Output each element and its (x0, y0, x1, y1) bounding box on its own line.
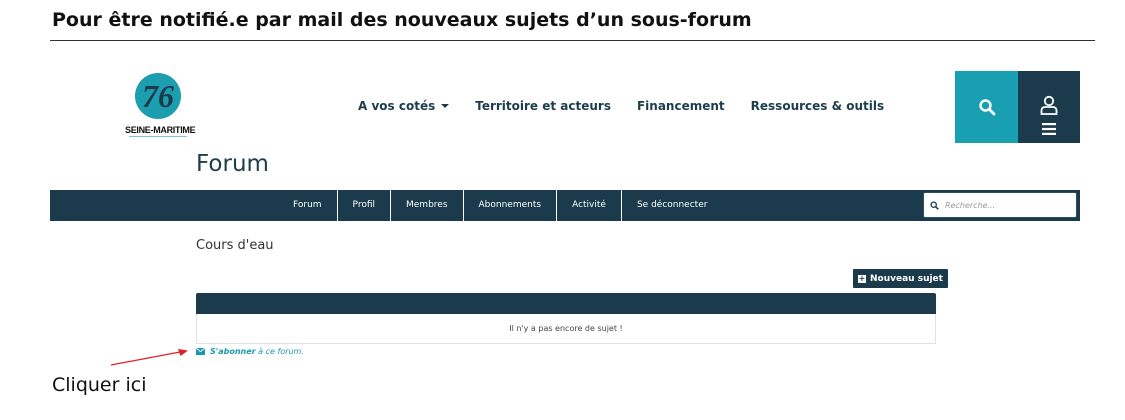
empty-message: Il n'y a pas encore de sujet ! (509, 324, 623, 333)
new-topic-label: Nouveau sujet (870, 273, 943, 284)
tab-membres[interactable]: Membres (391, 190, 464, 221)
forum-tabs: Forum Profil Membres Abonnements Activit… (278, 190, 722, 221)
page-title: Forum (196, 151, 269, 177)
search-icon (978, 99, 995, 116)
tab-se-deconnecter[interactable]: Se déconnecter (622, 190, 722, 221)
subscribe-rest: à ce forum. (255, 347, 304, 356)
document-title: Pour être notifié.e par mail des nouveau… (52, 9, 752, 31)
user-icon (1040, 95, 1058, 115)
subscribe-forum-link[interactable]: S'abonner à ce forum. (196, 347, 304, 356)
nav-item-ressources[interactable]: Ressources & outils (751, 99, 884, 113)
tab-profil[interactable]: Profil (338, 190, 391, 221)
new-topic-button[interactable]: + Nouveau sujet (853, 269, 948, 288)
nav-item-label: Financement (636, 99, 725, 113)
site-logo[interactable]: 76 SEINE-MARITIME (125, 73, 196, 143)
tab-activite[interactable]: Activité (557, 190, 622, 221)
topics-empty-state: Il n'y a pas encore de sujet ! (196, 314, 936, 344)
logo-underline (129, 136, 187, 140)
tab-forum[interactable]: Forum (278, 190, 338, 221)
nav-item-label: Territoire et acteurs (475, 99, 611, 113)
forum-search[interactable] (923, 192, 1077, 218)
topics-table-header (196, 293, 936, 314)
tab-abonnements[interactable]: Abonnements (464, 190, 558, 221)
forum-navbar: Forum Profil Membres Abonnements Activit… (50, 190, 1080, 221)
red-arrow-icon (110, 349, 188, 366)
nav-item-financement[interactable]: Financement (637, 99, 725, 113)
envelope-icon (196, 348, 205, 355)
search-input[interactable] (945, 200, 1065, 210)
chevron-down-icon (441, 104, 450, 108)
logo-name: SEINE-MARITIME (125, 125, 196, 135)
hamburger-icon (1042, 123, 1056, 135)
subscribe-action: S'abonner (210, 347, 256, 356)
nav-item-label: Ressources & outils (750, 99, 885, 113)
nav-item-territoire[interactable]: Territoire et acteurs (475, 99, 611, 113)
main-navigation: A vos cotés Territoire et acteurs Financ… (358, 99, 884, 113)
account-menu-button[interactable] (1018, 71, 1080, 143)
forum-breadcrumb: Cours d'eau (196, 238, 274, 253)
plus-icon: + (858, 273, 866, 283)
nav-item-label: A vos cotés (358, 99, 436, 113)
title-underline (50, 40, 1095, 41)
search-icon (930, 200, 939, 210)
instruction-text: Cliquer ici (52, 374, 147, 396)
logo-number: 76 (142, 78, 174, 114)
forum-screenshot: 76 SEINE-MARITIME A vos cotés Territoire… (50, 71, 1080, 371)
search-button[interactable] (955, 71, 1018, 143)
nav-item-a-vos-cotes[interactable]: A vos cotés (358, 99, 450, 113)
